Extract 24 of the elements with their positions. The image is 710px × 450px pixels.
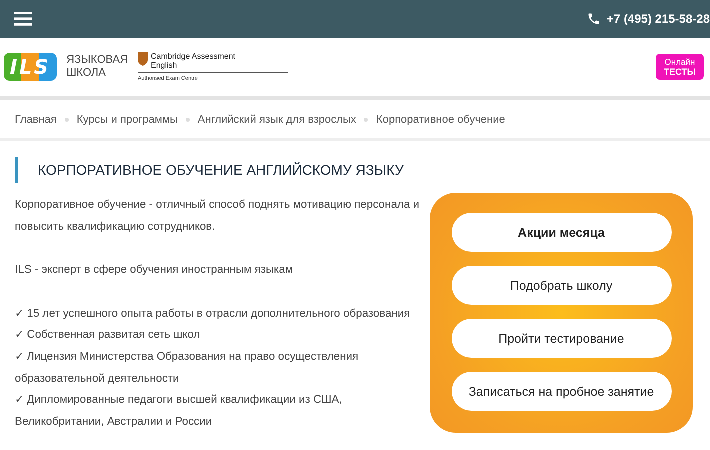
cambridge-title: Cambridge Assessment	[151, 52, 236, 61]
school-label: ШКОЛА	[66, 67, 107, 80]
cambridge-subtitle: English	[151, 61, 178, 70]
phone-icon	[586, 12, 601, 26]
shield-icon	[138, 52, 148, 66]
online-tests-button[interactable]: Онлайн ТЕСТЫ	[656, 54, 704, 80]
page-title: КОРПОРАТИВНОЕ ОБУЧЕНИЕ АНГЛИЙСКОМУ ЯЗЫКУ	[38, 162, 404, 178]
phone-number[interactable]: +7 (495) 215-58-28	[606, 12, 710, 26]
intro-paragraph: Корпоративное обучение - отличный способ поднять мотивацию персонала и повысить квалификацию сотрудников.	[15, 198, 421, 235]
action-button[interactable]: Пройти тестирование	[452, 319, 672, 358]
benefit-item: ✓ 15 лет успешного опыта работы в отрасли дополнительного образования	[15, 306, 412, 322]
subtitle-text: ILS - эксперт в сфере обучения иностранным языкам	[15, 263, 294, 278]
school-label: ЯЗЫКОВАЯ	[66, 54, 128, 67]
breadcrumb-link[interactable]: Корпоративное обучение	[376, 114, 506, 126]
benefit-item: ✓ Собственная развитая сеть школ	[15, 328, 202, 344]
breadcrumb-link[interactable]: Английский язык для взрослых	[198, 114, 356, 126]
benefit-item: ✓ Лицензия Министерства Образования на право осуществления образовательной деятельности	[15, 350, 360, 387]
breadcrumb-link[interactable]: Курсы и программы	[76, 114, 178, 126]
breadcrumb-link[interactable]: Главная	[15, 114, 57, 126]
benefit-item: ✓ Дипломированные педагоги высшей квалификации из США, Великобритании, Австралии и России	[15, 393, 344, 430]
menu-icon[interactable]	[14, 12, 32, 26]
action-button[interactable]: Акции месяца	[452, 213, 672, 252]
action-button[interactable]: Записаться на пробное занятие	[452, 372, 672, 411]
action-button[interactable]: Подобрать школу	[452, 266, 672, 305]
